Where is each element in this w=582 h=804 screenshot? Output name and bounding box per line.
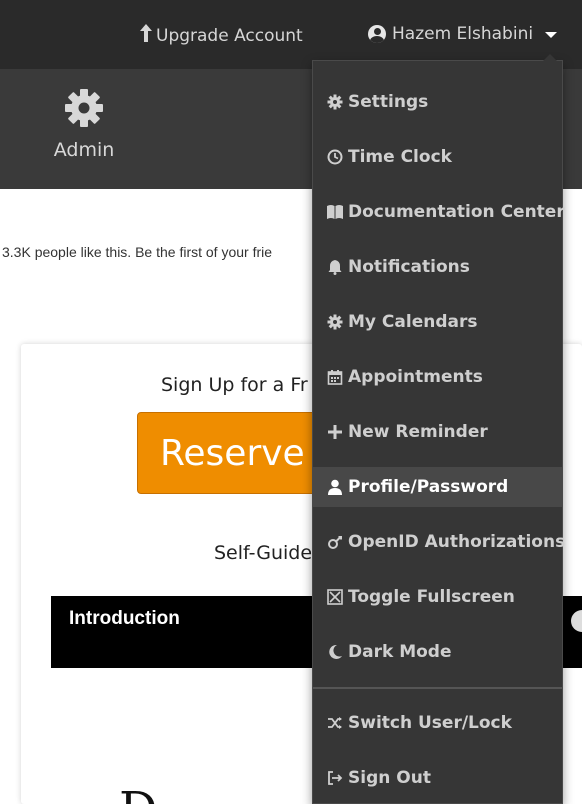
- menu-item-toggle-fullscreen[interactable]: Toggle Fullscreen: [313, 577, 562, 617]
- calendar-icon: [326, 368, 344, 386]
- menu-item-documentation-center[interactable]: Documentation Center: [313, 192, 565, 232]
- menu-item-time-clock[interactable]: Time Clock: [313, 137, 562, 177]
- fullscreen-icon: [326, 588, 344, 606]
- menu-item-settings[interactable]: Settings: [313, 82, 562, 122]
- plus-icon: [326, 423, 344, 441]
- user-circle-icon: [368, 25, 386, 43]
- user-dropdown-menu: Settings Time Clock Documentation Center…: [312, 54, 566, 804]
- gear-icon: [44, 87, 124, 133]
- facebook-like-text: 3.3K people like this. Be the first of y…: [2, 244, 273, 260]
- menu-item-label: Profile/Password: [348, 477, 509, 497]
- signup-heading: Sign Up for a Fr: [161, 374, 308, 396]
- openid-icon: [326, 533, 344, 551]
- menu-item-label: Time Clock: [348, 147, 452, 167]
- menu-item-label: Dark Mode: [348, 642, 452, 662]
- moon-icon: [326, 643, 344, 661]
- shuffle-icon: [326, 714, 344, 732]
- menu-item-label: Settings: [348, 92, 429, 112]
- menu-item-sign-out[interactable]: Sign Out: [313, 758, 562, 798]
- user-icon: [326, 478, 344, 496]
- menu-item-label: Documentation Center: [348, 202, 565, 222]
- menu-item-profile-password[interactable]: Profile/Password: [313, 467, 562, 507]
- menu-item-new-reminder[interactable]: New Reminder: [313, 412, 562, 452]
- top-navbar: Upgrade Account Hazem Elshabini: [0, 0, 582, 69]
- clock-icon: [326, 148, 344, 166]
- bell-icon: [326, 258, 344, 276]
- caret-down-icon: [545, 32, 558, 38]
- menu-item-label: New Reminder: [348, 422, 488, 442]
- menu-item-openid-authorizations[interactable]: OpenID Authorizations: [313, 522, 566, 562]
- self-guided-heading: Self-Guide: [214, 542, 313, 564]
- video-title: Introduction: [69, 608, 180, 629]
- gear-icon: [326, 313, 344, 331]
- menu-item-notifications[interactable]: Notifications: [313, 247, 562, 287]
- menu-item-appointments[interactable]: Appointments: [313, 357, 562, 397]
- arrow-up-icon: [140, 24, 152, 47]
- upgrade-account-link[interactable]: Upgrade Account: [140, 24, 303, 47]
- menu-item-label: Sign Out: [348, 768, 431, 788]
- user-menu-toggle[interactable]: Hazem Elshabini: [368, 24, 558, 44]
- dropdown-notch: [543, 54, 557, 61]
- admin-nav-item[interactable]: Admin: [44, 87, 124, 161]
- menu-item-dark-mode[interactable]: Dark Mode: [313, 632, 562, 672]
- menu-item-label: My Calendars: [348, 312, 478, 332]
- upgrade-account-label: Upgrade Account: [156, 25, 303, 46]
- menu-item-my-calendars[interactable]: My Calendars: [313, 302, 562, 342]
- gear-icon: [326, 93, 344, 111]
- menu-item-label: Switch User/Lock: [348, 713, 512, 733]
- menu-item-label: Toggle Fullscreen: [348, 587, 515, 607]
- admin-label: Admin: [53, 139, 115, 161]
- video-control-icon[interactable]: [571, 610, 582, 632]
- menu-item-switch-user-lock[interactable]: Switch User/Lock: [313, 703, 562, 743]
- menu-divider: [313, 687, 562, 689]
- sign-out-icon: [326, 769, 344, 787]
- video-frame-letter: D: [119, 782, 157, 804]
- menu-item-label: Notifications: [348, 257, 470, 277]
- book-icon: [326, 203, 344, 221]
- user-name: Hazem Elshabini: [392, 24, 534, 44]
- menu-item-label: Appointments: [348, 367, 483, 387]
- menu-item-label: OpenID Authorizations: [348, 532, 566, 552]
